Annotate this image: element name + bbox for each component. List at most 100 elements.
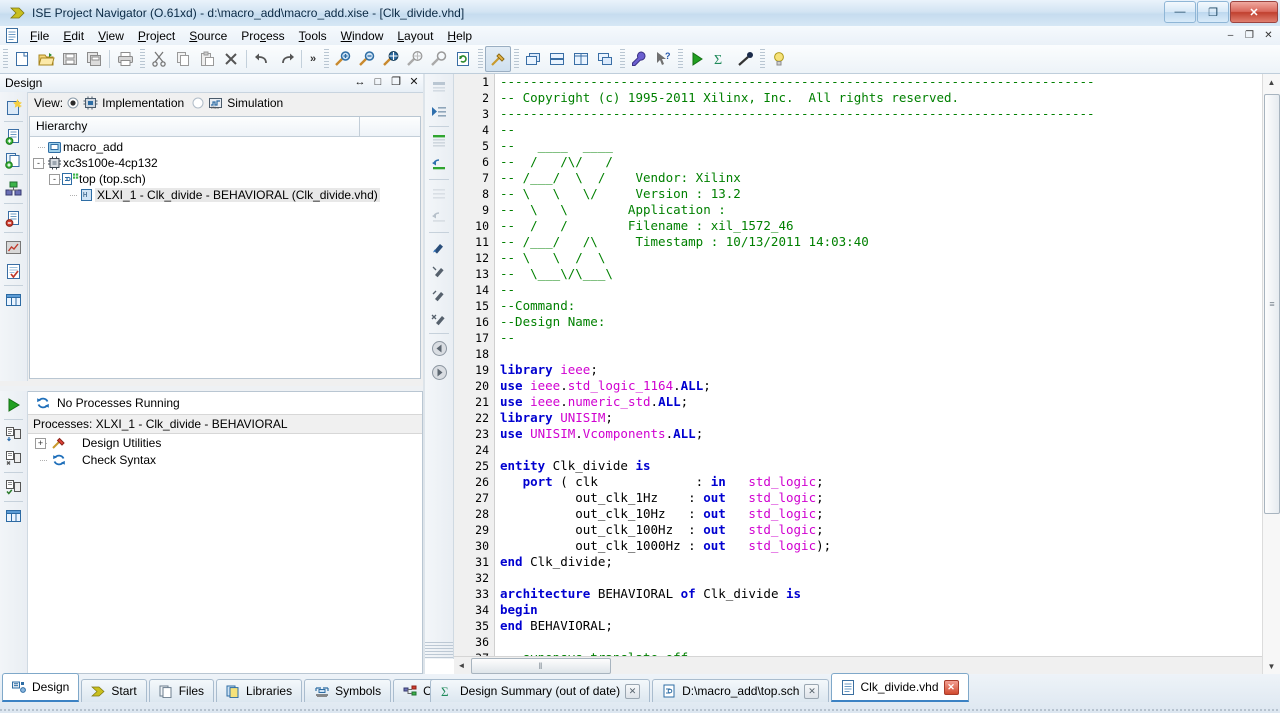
zoom-selection-icon[interactable] bbox=[403, 47, 427, 71]
code-line[interactable]: end BEHAVIORAL; bbox=[500, 618, 1280, 634]
scope-view-icon[interactable] bbox=[733, 47, 757, 71]
new-source-icon[interactable] bbox=[3, 95, 25, 119]
panel-tab-symbols[interactable]: Symbols bbox=[304, 679, 392, 702]
document-tab-clk-divide-vhd[interactable]: Clk_divide.vhd ✕ bbox=[831, 673, 969, 702]
forward-icon[interactable] bbox=[428, 360, 450, 384]
zoom-out-icon[interactable] bbox=[355, 47, 379, 71]
code-line[interactable]: -- / / Filename : xil_1572_46 bbox=[500, 218, 1280, 234]
tree-item-label[interactable]: top (top.sch) bbox=[79, 172, 146, 186]
implement-top-icon[interactable] bbox=[3, 475, 25, 499]
process-item-1[interactable]: Check Syntax bbox=[28, 451, 422, 468]
rerun-all-icon[interactable] bbox=[3, 446, 25, 470]
hierarchy-tree[interactable]: Hierarchy macro_add - xc3s100e-4cp132- top … bbox=[29, 116, 421, 379]
hscroll-left-arrow[interactable]: ◄ bbox=[454, 658, 469, 673]
code-line[interactable]: -- bbox=[500, 122, 1280, 138]
tile-vertically-icon[interactable] bbox=[569, 47, 593, 71]
cascade-windows-icon[interactable] bbox=[521, 47, 545, 71]
tree-item-2[interactable]: - top (top.sch) bbox=[30, 171, 420, 187]
code-line[interactable] bbox=[500, 634, 1280, 650]
code-line[interactable]: begin bbox=[500, 602, 1280, 618]
menu-item-process[interactable]: Process bbox=[234, 27, 291, 45]
run-process-icon[interactable] bbox=[3, 393, 25, 417]
mdi-restore-button[interactable]: ❐ bbox=[1241, 27, 1258, 44]
view-table-icon[interactable] bbox=[3, 288, 25, 312]
toolbar-grip[interactable] bbox=[478, 49, 484, 69]
process-item-label[interactable]: Design Utilities bbox=[82, 436, 161, 450]
code-line[interactable] bbox=[500, 346, 1280, 362]
undo-icon[interactable] bbox=[250, 47, 274, 71]
horizontal-scrollbar[interactable]: ◄ ‖ bbox=[454, 656, 1266, 674]
print-icon[interactable] bbox=[113, 47, 137, 71]
code-line[interactable]: -- / /\/ / bbox=[500, 154, 1280, 170]
wrench-icon[interactable] bbox=[627, 47, 651, 71]
tip-bulb-icon[interactable] bbox=[767, 47, 791, 71]
tree-item-label[interactable]: xc3s100e-4cp132 bbox=[63, 156, 158, 170]
design-summary-icon[interactable] bbox=[3, 259, 25, 283]
view-option-simulation-label[interactable]: Simulation bbox=[227, 96, 283, 110]
autohide-arrows-icon[interactable]: ↔ bbox=[354, 76, 366, 88]
new-file-icon[interactable] bbox=[10, 47, 34, 71]
add-copy-source-icon[interactable] bbox=[3, 148, 25, 172]
tab-close-button[interactable]: ✕ bbox=[804, 683, 820, 699]
code-line[interactable]: -- \ \ \/ Version : 13.2 bbox=[500, 186, 1280, 202]
process-properties-icon[interactable] bbox=[3, 504, 25, 528]
menu-item-file[interactable]: File bbox=[23, 27, 56, 45]
open-folder-icon[interactable] bbox=[34, 47, 58, 71]
tree-expander[interactable]: - bbox=[46, 171, 62, 187]
menu-item-view[interactable]: View bbox=[91, 27, 131, 45]
tab-close-button[interactable]: ✕ bbox=[943, 679, 959, 695]
code-line[interactable]: -- /___/ /\ Timestamp : 10/13/2011 14:03… bbox=[500, 234, 1280, 250]
menu-item-project[interactable]: Project bbox=[131, 27, 182, 45]
tab-close-button[interactable]: ✕ bbox=[625, 683, 641, 699]
code-line[interactable]: entity Clk_divide is bbox=[500, 458, 1280, 474]
toggle-read-only-icon[interactable] bbox=[428, 76, 450, 100]
code-line[interactable]: out_clk_1000Hz : out std_logic); bbox=[500, 538, 1280, 554]
code-line[interactable]: out_clk_1Hz : out std_logic; bbox=[500, 490, 1280, 506]
toolbar-grip[interactable] bbox=[140, 49, 145, 69]
vscroll-track[interactable]: ≡ bbox=[1263, 90, 1280, 658]
code-line[interactable]: port ( clk : in std_logic; bbox=[500, 474, 1280, 490]
menu-item-layout[interactable]: Layout bbox=[390, 27, 440, 45]
arrange-icon[interactable] bbox=[593, 47, 617, 71]
source-code-text[interactable]: ----------------------------------------… bbox=[500, 74, 1280, 657]
code-line[interactable]: -- \___\/\___\ bbox=[500, 266, 1280, 282]
tree-item-1[interactable]: - xc3s100e-4cp132 bbox=[30, 155, 420, 171]
tree-item-3[interactable]: H XLXI_1 - Clk_divide - BEHAVIORAL (Clk_d… bbox=[30, 187, 420, 203]
code-line[interactable]: architecture BEHAVIORAL of Clk_divide is bbox=[500, 586, 1280, 602]
zoom-fit-icon[interactable] bbox=[379, 47, 403, 71]
toolbar-grip[interactable] bbox=[514, 49, 520, 69]
goto-line-icon[interactable] bbox=[428, 100, 450, 124]
code-line[interactable]: library ieee; bbox=[500, 362, 1280, 378]
paste-icon[interactable] bbox=[195, 47, 219, 71]
vscroll-up-arrow[interactable]: ▲ bbox=[1263, 74, 1280, 90]
menu-item-edit[interactable]: Edit bbox=[56, 27, 91, 45]
code-line[interactable]: use ieee.numeric_std.ALL; bbox=[500, 394, 1280, 410]
hscroll-thumb[interactable]: ‖ bbox=[471, 657, 611, 674]
code-line[interactable] bbox=[500, 442, 1280, 458]
prev-bookmark-icon[interactable] bbox=[428, 283, 450, 307]
mdi-close-button[interactable]: ✕ bbox=[1260, 27, 1277, 44]
window-minimize-button[interactable]: — bbox=[1164, 1, 1196, 23]
float-icon[interactable]: ❐ bbox=[390, 75, 402, 88]
save-icon[interactable] bbox=[58, 47, 82, 71]
view-radio-simulation[interactable] bbox=[192, 97, 204, 109]
toolbar-grip[interactable] bbox=[678, 49, 684, 69]
code-line[interactable]: out_clk_100Hz : out std_logic; bbox=[500, 522, 1280, 538]
tree-item-label[interactable]: XLXI_1 - Clk_divide - BEHAVIORAL (Clk_di… bbox=[95, 188, 380, 202]
editor-toolbar-grip[interactable] bbox=[425, 642, 453, 659]
design-goals-icon[interactable] bbox=[3, 235, 25, 259]
code-line[interactable]: ----------------------------------------… bbox=[500, 106, 1280, 122]
code-line[interactable]: -- bbox=[500, 330, 1280, 346]
code-line[interactable]: ----------------------------------------… bbox=[500, 74, 1280, 90]
code-line[interactable]: --Design Name: bbox=[500, 314, 1280, 330]
tree-item-0[interactable]: macro_add bbox=[30, 139, 420, 155]
code-line[interactable]: use UNISIM.Vcomponents.ALL; bbox=[500, 426, 1280, 442]
add-source-icon[interactable] bbox=[3, 124, 25, 148]
toolbar-grip[interactable] bbox=[620, 49, 626, 69]
code-line[interactable]: out_clk_10Hz : out std_logic; bbox=[500, 506, 1280, 522]
delete-x-icon[interactable] bbox=[219, 47, 243, 71]
code-line[interactable]: -- ____ ____ bbox=[500, 138, 1280, 154]
toolbar-overflow-button[interactable]: » bbox=[305, 53, 321, 65]
undo-highlight-icon[interactable] bbox=[428, 153, 450, 177]
panel-tab-libraries[interactable]: Libraries bbox=[216, 679, 303, 702]
